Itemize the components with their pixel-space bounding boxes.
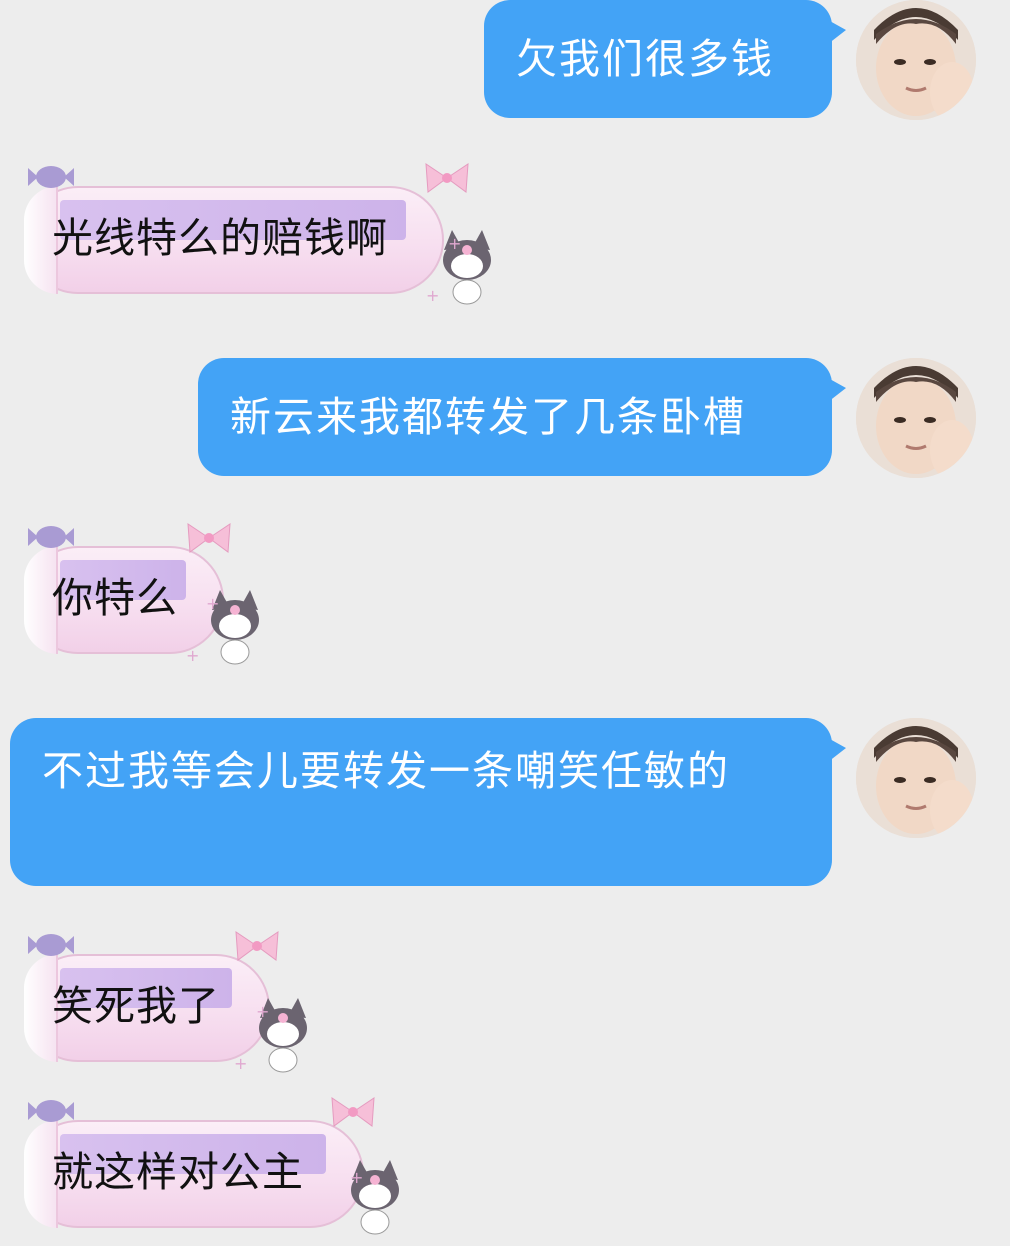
message-bubble-outgoing[interactable]: 不过我等会儿要转发一条嘲笑任敏的 [10, 718, 846, 886]
bow-icon [187, 523, 231, 553]
message-text: 新云来我都转发了几条卧槽 [230, 393, 746, 441]
candy-wrapper-icon [28, 166, 74, 188]
avatar-face-icon [856, 358, 976, 478]
message-row-outgoing: 欠我们很多钱 [0, 0, 1010, 130]
user-avatar[interactable] [856, 718, 976, 838]
avatar-face-icon [856, 718, 976, 838]
chat-message-list[interactable]: 欠我们很多钱 光线特么的赔钱啊 + + 新云来我都转发了几条卧槽 你特么 + +… [0, 0, 1010, 1246]
message-text: 笑死我了 [52, 982, 220, 1030]
user-avatar[interactable] [856, 0, 976, 120]
message-bubble-outgoing[interactable]: 欠我们很多钱 [484, 0, 846, 118]
message-bubble-incoming[interactable]: 就这样对公主 + [24, 1097, 399, 1235]
candy-wrapper-icon [28, 526, 74, 548]
message-text: 不过我等会儿要转发一条嘲笑任敏的 [42, 747, 730, 795]
message-text: 光线特么的赔钱啊 [52, 214, 388, 262]
message-text: 你特么 [52, 574, 178, 622]
kuromi-icon [443, 230, 491, 305]
message-bubble-incoming[interactable]: 你特么 + + [24, 523, 259, 665]
message-text: 欠我们很多钱 [516, 35, 774, 83]
bow-icon [331, 1097, 375, 1127]
message-text: 就这样对公主 [52, 1148, 304, 1196]
message-bubble-outgoing[interactable]: 新云来我都转发了几条卧槽 [198, 358, 846, 476]
message-row-outgoing: 新云来我都转发了几条卧槽 [0, 358, 1010, 488]
message-bubble-incoming[interactable]: 笑死我了 + + [24, 931, 307, 1073]
message-row-outgoing: 不过我等会儿要转发一条嘲笑任敏的 [0, 718, 1010, 898]
avatar-face-icon [856, 0, 976, 120]
bow-icon [425, 163, 469, 193]
message-bubble-incoming[interactable]: 光线特么的赔钱啊 + + [24, 163, 491, 305]
candy-wrapper-icon [28, 934, 74, 956]
candy-wrapper-icon [28, 1100, 74, 1122]
user-avatar[interactable] [856, 358, 976, 478]
bow-icon [235, 931, 279, 961]
